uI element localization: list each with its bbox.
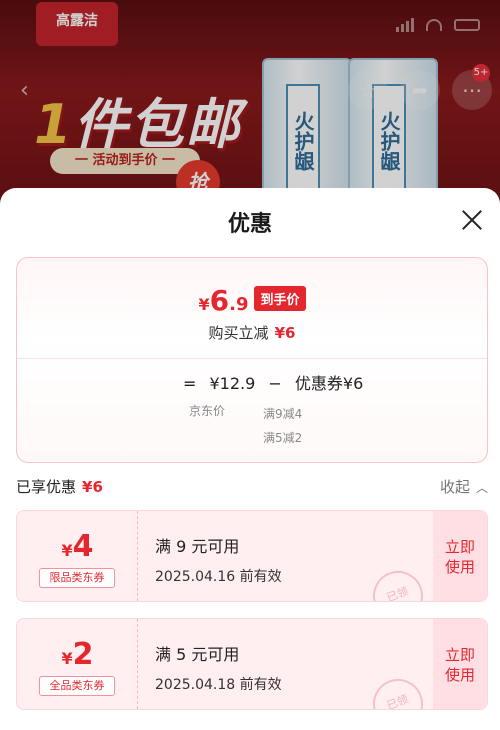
coupon-rules: 满9减4 满5减2 (263, 402, 302, 450)
coupon-type-badge: 限品类东券 (39, 568, 115, 588)
calc-minus: − (268, 374, 282, 393)
calc-coupon: 优惠券¥6 (294, 374, 364, 393)
coupon-amount-value: 2 (72, 637, 94, 672)
coupon-card: ¥4 限品类东券 满 9 元可用 2025.04.16 前有效 已领 立即 使用 (16, 510, 488, 602)
use-coupon-button[interactable]: 立即 使用 (433, 619, 487, 709)
close-icon[interactable] (458, 206, 486, 234)
reduction-value: ¥6 (274, 324, 296, 342)
coupon-claimed-stamp: 已领 (365, 563, 431, 601)
coupon-currency: ¥ (61, 649, 73, 668)
final-price-tag: 到手价 (254, 286, 306, 311)
coupon-amount: ¥4 (17, 529, 138, 564)
dim-overlay[interactable] (0, 0, 500, 205)
coupon-validity: 2025.04.16 前有效 (155, 569, 282, 585)
collapse-label: 收起 (439, 478, 470, 496)
price-summary-card: ¥6.9 到手价 购买立减 ¥6 = ¥12.9 − 优惠券¥6 京东价 满9减4 … (16, 257, 488, 463)
coupon-rule: 满5减2 (263, 431, 303, 445)
coupon-condition: 满 5 元可用 (155, 645, 240, 664)
final-price: ¥6.9 到手价 (17, 284, 487, 317)
price-integer: 6 (209, 284, 230, 317)
enjoyed-discount: 已享优惠 ¥6 (16, 476, 103, 497)
coupon-type-badge: 全品类东券 (39, 676, 115, 696)
chevron-up-icon: ︿ (475, 481, 488, 495)
use-button-label-line2: 使用 (444, 666, 475, 684)
price-currency: ¥ (198, 295, 210, 314)
enjoyed-value: ¥6 (82, 478, 103, 496)
calc-equals: = (183, 374, 197, 393)
jd-price-label: 京东价 (189, 404, 226, 418)
product-banner: 高露洁 ‹ 1件包邮 一 活动到手价 一 抢 火护龈 火护龈 ☆ ➦ ⋯ 5+ (0, 0, 500, 205)
coupon-validity: 2025.04.18 前有效 (155, 677, 282, 693)
use-button-label-line1: 立即 (444, 646, 475, 664)
discount-sheet: 优惠 ¥6.9 到手价 购买立减 ¥6 = ¥12.9 − 优惠券¥6 京东价 满9… (0, 188, 500, 730)
coupon-currency: ¥ (61, 541, 73, 560)
summary-divider (17, 358, 487, 359)
use-button-label-line2: 使用 (444, 558, 475, 576)
use-coupon-button[interactable]: 立即 使用 (433, 511, 487, 601)
coupon-amount: ¥2 (17, 637, 138, 672)
sheet-title: 优惠 (227, 212, 272, 237)
price-decimal: .9 (229, 294, 249, 315)
price-calculation: = ¥12.9 − 优惠券¥6 (183, 370, 371, 394)
coupon-rule: 满9减4 (263, 407, 303, 421)
reduction-label: 购买立减 (208, 324, 269, 342)
coupon-claimed-stamp: 已领 (365, 671, 431, 709)
coupon-card: ¥2 全品类东券 满 5 元可用 2025.04.18 前有效 已领 立即 使用 (16, 618, 488, 710)
enjoyed-label: 已享优惠 (16, 478, 77, 496)
calc-jd-price: ¥12.9 (209, 374, 256, 393)
coupon-condition: 满 9 元可用 (155, 537, 240, 556)
use-button-label-line1: 立即 (444, 538, 475, 556)
coupon-amount-value: 4 (72, 529, 94, 564)
instant-reduction: 购买立减 ¥6 (17, 322, 487, 343)
collapse-button[interactable]: 收起 ︿ (440, 476, 488, 497)
